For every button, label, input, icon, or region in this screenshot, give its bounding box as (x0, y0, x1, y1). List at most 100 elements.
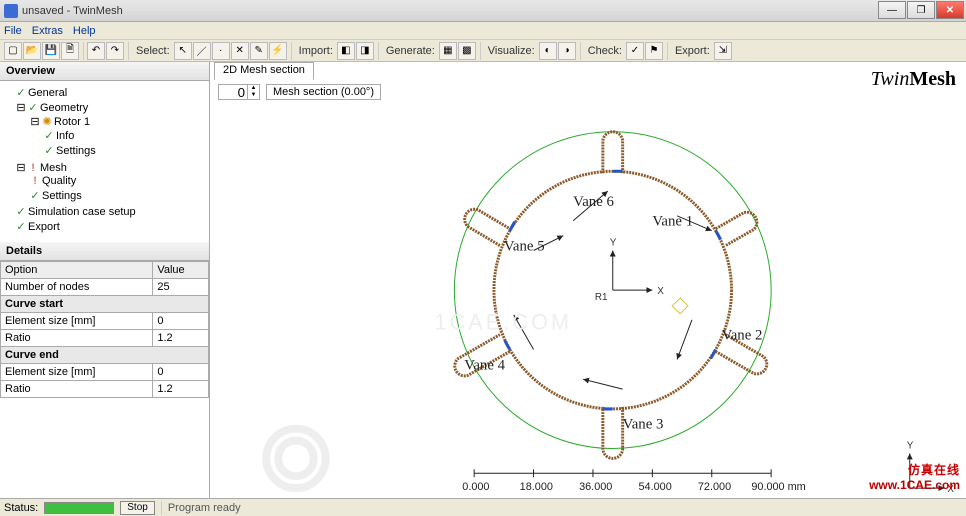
maximize-button[interactable]: ❐ (907, 1, 935, 19)
svg-text:1CAE.COM: 1CAE.COM (435, 310, 572, 335)
redo-icon[interactable]: ↷ (106, 42, 124, 60)
generate-label: Generate: (386, 45, 435, 57)
import-geom-icon[interactable]: ◧ (337, 42, 355, 60)
check-label: Check: (588, 45, 622, 57)
generate-case-icon[interactable]: ▩ (458, 42, 476, 60)
new-file-icon[interactable]: ▢ (4, 42, 22, 60)
check-icon: ✓ (16, 220, 26, 233)
visualize-label: Visualize: (488, 45, 535, 57)
select-line-icon[interactable]: ／ (193, 42, 211, 60)
svg-text:Vane 1: Vane 1 (652, 214, 693, 230)
watermark: 仿真在线 www.1CAE.com (869, 461, 960, 492)
left-pane: Overview ✓General ⊟✓Geometry ⊟✺Rotor 1 ✓… (0, 62, 210, 498)
save-icon[interactable]: 💾 (42, 42, 60, 60)
col-value: Value (153, 262, 209, 279)
row-ratio1-label: Ratio (1, 330, 153, 347)
import-label: Import: (299, 45, 333, 57)
svg-text:Vane 6: Vane 6 (573, 194, 614, 210)
svg-text:Vane 2: Vane 2 (722, 328, 763, 344)
mesh-section-label: Mesh section (0.00°) (266, 84, 381, 100)
check-quality-icon[interactable]: ✓ (626, 42, 644, 60)
svg-text:X: X (657, 286, 664, 297)
svg-text:Y: Y (610, 238, 617, 249)
import-data-icon[interactable]: ◨ (356, 42, 374, 60)
title-bar: unsaved - TwinMesh — ❐ ✕ (0, 0, 966, 22)
row-ratio2-value[interactable]: 1.2 (153, 381, 209, 398)
viewport-tab[interactable]: 2D Mesh section (214, 62, 314, 80)
check-icon: ✓ (30, 189, 40, 202)
tree-sim[interactable]: Simulation case setup (28, 206, 136, 218)
check-icon: ✓ (16, 86, 26, 99)
select-cursor-icon[interactable]: ↖ (174, 42, 192, 60)
tree-quality[interactable]: Quality (42, 175, 76, 187)
window-title: unsaved - TwinMesh (22, 5, 123, 17)
tree-general[interactable]: General (28, 87, 67, 99)
progress-bar (44, 502, 114, 514)
row-ratio1-value[interactable]: 1.2 (153, 330, 209, 347)
row-elsize2-value[interactable]: 0 (153, 364, 209, 381)
export-icon[interactable]: ⇲ (714, 42, 732, 60)
spinner-input[interactable] (218, 84, 248, 100)
tree-geometry[interactable]: Geometry (40, 102, 88, 114)
warn-icon: ! (30, 175, 40, 187)
select-bolt-icon[interactable]: ⚡ (269, 42, 287, 60)
check-icon: ✓ (44, 144, 54, 157)
svg-text:R1: R1 (595, 292, 608, 303)
select-wand-icon[interactable]: ✎ (250, 42, 268, 60)
svg-text:72.000: 72.000 (698, 481, 731, 493)
overview-header: Overview (0, 62, 209, 81)
menu-extras[interactable]: Extras (32, 25, 63, 37)
stop-button[interactable]: Stop (120, 501, 155, 515)
row-elsize1-value[interactable]: 0 (153, 313, 209, 330)
row-elsize2-label: Element size [mm] (1, 364, 153, 381)
row-nodes-label: Number of nodes (1, 279, 153, 296)
tree-export[interactable]: Export (28, 221, 60, 233)
generate-mesh-icon[interactable]: ▦ (439, 42, 457, 60)
status-bar: Status: Stop Program ready (0, 498, 966, 516)
minimize-button[interactable]: — (878, 1, 906, 19)
svg-text:Vane 5: Vane 5 (504, 239, 545, 255)
app-icon (4, 4, 18, 18)
close-button[interactable]: ✕ (936, 1, 964, 19)
menu-help[interactable]: Help (73, 25, 96, 37)
undo-icon[interactable]: ↶ (87, 42, 105, 60)
row-curve-end: Curve end (1, 347, 209, 364)
status-message: Program ready (168, 502, 241, 514)
visualize-3d-icon[interactable]: ◑ (558, 42, 576, 60)
visualize-2d-icon[interactable]: ◐ (539, 42, 557, 60)
svg-text:90.000 mm: 90.000 mm (751, 481, 805, 493)
tree-settings1[interactable]: Settings (56, 145, 96, 157)
details-table: OptionValue Number of nodes25 Curve star… (0, 261, 209, 398)
export-label: Export: (675, 45, 710, 57)
svg-text:18.000: 18.000 (520, 481, 553, 493)
warn-icon: ! (28, 162, 38, 174)
svg-text:54.000: 54.000 (638, 481, 671, 493)
gear-icon: ✺ (42, 115, 52, 128)
select-label: Select: (136, 45, 170, 57)
select-point-icon[interactable]: · (212, 42, 230, 60)
check-icon: ✓ (44, 129, 54, 142)
tree-rotor1[interactable]: Rotor 1 (54, 116, 90, 128)
menu-file[interactable]: File (4, 25, 22, 37)
tree-info[interactable]: Info (56, 130, 74, 142)
mesh-section-spinner: ▲▼ Mesh section (0.00°) (218, 84, 381, 100)
svg-text:36.000: 36.000 (579, 481, 612, 493)
svg-text:Y: Y (907, 441, 914, 452)
canvas[interactable]: X Y R1 Vane 6 Vane 1 Vane 2 Vane (210, 102, 966, 498)
row-nodes-value[interactable]: 25 (153, 279, 209, 296)
menu-bar: File Extras Help (0, 22, 966, 40)
twinmesh-logo: TwinMesh (871, 68, 956, 91)
main-area: Overview ✓General ⊟✓Geometry ⊟✺Rotor 1 ✓… (0, 62, 966, 498)
open-file-icon[interactable]: 📂 (23, 42, 41, 60)
row-elsize1-label: Element size [mm] (1, 313, 153, 330)
check-icon: ✓ (28, 101, 38, 114)
select-cross-icon[interactable]: ✕ (231, 42, 249, 60)
check-mesh-icon[interactable]: ⚑ (645, 42, 663, 60)
tree-mesh[interactable]: Mesh (40, 162, 67, 174)
tree-settings2[interactable]: Settings (42, 190, 82, 202)
overview-tree[interactable]: ✓General ⊟✓Geometry ⊟✺Rotor 1 ✓Info ✓Set… (0, 81, 209, 242)
viewport[interactable]: 2D Mesh section ▲▼ Mesh section (0.00°) … (210, 62, 966, 498)
save-as-icon[interactable]: 🗎 (61, 42, 79, 60)
details-header: Details (0, 242, 209, 261)
spinner-buttons[interactable]: ▲▼ (248, 84, 260, 100)
